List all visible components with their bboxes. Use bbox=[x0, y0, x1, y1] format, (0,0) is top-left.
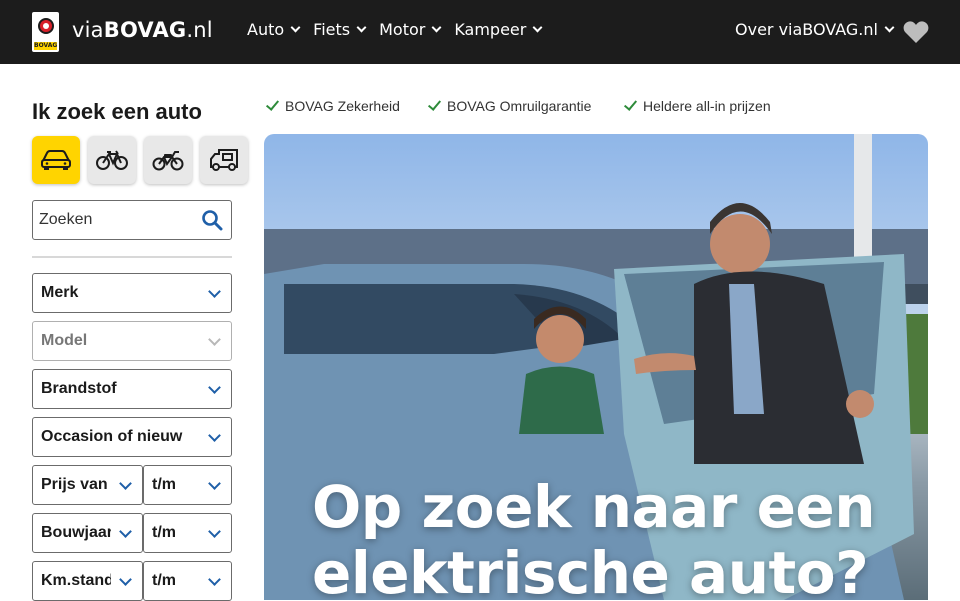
condition-select[interactable]: Occasion of nieuw bbox=[32, 417, 232, 457]
bovag-logo-icon[interactable]: BOVAG bbox=[32, 12, 59, 52]
chevron-down-icon bbox=[119, 525, 132, 538]
vehicle-type-camper-button[interactable] bbox=[200, 136, 248, 184]
chevron-down-icon bbox=[356, 22, 367, 33]
usp-label: BOVAG Zekerheid bbox=[285, 98, 400, 114]
sidebar-divider bbox=[32, 256, 232, 258]
select-label: t/m bbox=[152, 476, 176, 493]
chevron-down-icon bbox=[208, 429, 221, 442]
nav-item-label: Auto bbox=[247, 20, 285, 39]
select-label: t/m bbox=[152, 524, 176, 541]
search-field bbox=[32, 200, 232, 240]
select-label: t/m bbox=[152, 572, 176, 589]
hero-banner[interactable]: Op zoek naar een elektrische auto? bbox=[264, 134, 928, 600]
vehicle-type-bicycle-button[interactable] bbox=[88, 136, 136, 184]
chevron-down-icon bbox=[119, 477, 132, 490]
bicycle-icon bbox=[96, 150, 128, 170]
hero-line-1: Op zoek naar een bbox=[312, 473, 876, 541]
select-label: Prijs van bbox=[41, 476, 108, 493]
chevron-down-icon bbox=[208, 285, 221, 298]
brand-select[interactable]: Merk bbox=[32, 273, 232, 313]
hero-headline: Op zoek naar een elektrische auto? bbox=[312, 473, 876, 600]
search-icon[interactable] bbox=[201, 209, 223, 231]
chevron-down-icon bbox=[208, 381, 221, 394]
nav-item-label: Fiets bbox=[313, 20, 351, 39]
nav-item-auto[interactable]: Auto bbox=[247, 20, 301, 39]
check-icon bbox=[623, 97, 638, 111]
motorcycle-icon bbox=[152, 151, 184, 171]
nav-item-label: Motor bbox=[379, 20, 426, 39]
nav-item-fiets[interactable]: Fiets bbox=[313, 20, 367, 39]
check-icon bbox=[427, 97, 442, 111]
select-label: Km.stand van bbox=[41, 572, 111, 589]
brand-suffix: .nl bbox=[186, 18, 213, 42]
logo-word: BOVAG bbox=[34, 42, 58, 49]
chevron-down-icon bbox=[208, 573, 221, 586]
site-brand-link[interactable]: viaBOVAG.nl bbox=[72, 18, 213, 42]
chevron-down-icon bbox=[532, 22, 543, 33]
usp-omruilgarantie: BOVAG Omruilgarantie bbox=[427, 97, 592, 114]
search-input[interactable] bbox=[39, 209, 189, 231]
vehicle-type-selector bbox=[32, 136, 248, 184]
select-label: Model bbox=[41, 332, 88, 349]
year-to-select[interactable]: t/m bbox=[143, 513, 232, 553]
select-label: Bouwjaar van bbox=[41, 524, 111, 541]
price-from-select[interactable]: Prijs van bbox=[32, 465, 143, 505]
select-label: Occasion of nieuw bbox=[41, 428, 183, 445]
usp-prijzen: Heldere all-in prijzen bbox=[623, 97, 771, 114]
nav-item-about[interactable]: Over viaBOVAG.nl bbox=[735, 20, 895, 39]
check-icon bbox=[265, 97, 280, 111]
camper-icon bbox=[210, 149, 238, 171]
page-title: Ik zoek een auto bbox=[32, 99, 202, 124]
chevron-down-icon bbox=[884, 22, 895, 33]
usp-zekerheid: BOVAG Zekerheid bbox=[265, 97, 400, 114]
mileage-to-select[interactable]: t/m bbox=[143, 561, 232, 601]
nav-item-label: Over viaBOVAG.nl bbox=[735, 20, 878, 39]
chevron-down-icon bbox=[119, 573, 132, 586]
usp-label: Heldere all-in prijzen bbox=[643, 98, 771, 114]
select-label: Brandstof bbox=[41, 380, 117, 397]
chevron-down-icon bbox=[290, 22, 301, 33]
brand-prefix: via bbox=[72, 18, 104, 42]
select-label: Merk bbox=[41, 284, 79, 301]
nav-item-kampeer[interactable]: Kampeer bbox=[454, 20, 543, 39]
search-sidebar: Ik zoek een auto Zoeken Merk Model Brand… bbox=[32, 96, 248, 601]
nav-item-label: Kampeer bbox=[454, 20, 527, 39]
vehicle-type-motorcycle-button[interactable] bbox=[144, 136, 192, 184]
brand-bold: BOVAG bbox=[103, 18, 187, 42]
chevron-down-icon bbox=[208, 525, 221, 538]
price-to-select[interactable]: t/m bbox=[143, 465, 232, 505]
model-select[interactable]: Model bbox=[32, 321, 232, 361]
top-navigation-bar: BOVAG viaBOVAG.nl Auto Fiets Motor Kampe… bbox=[0, 0, 960, 64]
chevron-down-icon bbox=[208, 333, 221, 346]
mileage-from-select[interactable]: Km.stand van bbox=[32, 561, 143, 601]
nav-item-motor[interactable]: Motor bbox=[379, 20, 442, 39]
vehicle-type-car-button[interactable] bbox=[32, 136, 80, 184]
fuel-select[interactable]: Brandstof bbox=[32, 369, 232, 409]
usp-label: BOVAG Omruilgarantie bbox=[447, 98, 592, 114]
chevron-down-icon bbox=[431, 22, 442, 33]
heart-icon[interactable] bbox=[903, 20, 929, 44]
chevron-down-icon bbox=[208, 477, 221, 490]
hero-line-2: elektrische auto? bbox=[312, 539, 869, 600]
year-from-select[interactable]: Bouwjaar van bbox=[32, 513, 143, 553]
car-icon bbox=[41, 150, 71, 170]
main-nav: Auto Fiets Motor Kampeer bbox=[247, 20, 543, 39]
